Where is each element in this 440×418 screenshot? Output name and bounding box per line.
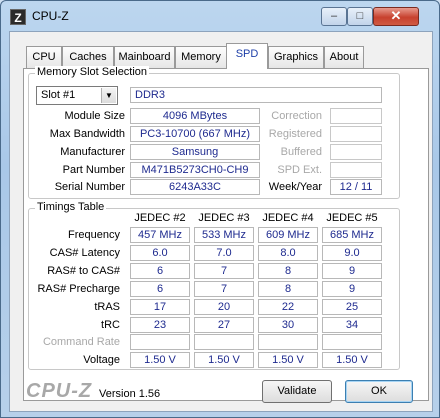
timing-cell-cas-latency-jedec5: 9.0 <box>322 245 382 261</box>
part-number-label: Part Number <box>62 164 125 176</box>
serial-number-label: Serial Number <box>54 181 125 193</box>
registered-value <box>330 126 382 142</box>
window-title: CPU-Z <box>32 9 69 23</box>
manufacturer-value: Samsung <box>130 144 260 160</box>
spd-ext-label: SPD Ext. <box>277 164 322 176</box>
cpuz-logo: CPU-Z <box>26 380 93 402</box>
timing-cell-ras-to-cas-jedec3: 7 <box>194 263 254 279</box>
tab-cpu[interactable]: CPU <box>26 46 62 68</box>
tab-memory[interactable]: Memory <box>175 46 227 68</box>
max-bandwidth-label: Max Bandwidth <box>49 128 125 140</box>
timing-cell-voltage-jedec3: 1.50 V <box>194 352 254 368</box>
serial-number-value: 6243A33C <box>130 179 260 195</box>
manufacturer-label: Manufacturer <box>60 146 125 158</box>
timing-label-cas-latency: CAS# Latency <box>49 247 120 259</box>
memory-slot-legend: Memory Slot Selection <box>35 66 150 78</box>
column-header-jedec2: JEDEC #2 <box>134 212 186 224</box>
timing-cell-command-rate-jedec5 <box>322 334 382 350</box>
timing-cell-trc-jedec5: 34 <box>322 317 382 333</box>
timing-label-frequency: Frequency <box>68 229 120 241</box>
week-year-value: 12 / 11 <box>330 179 382 195</box>
timing-cell-frequency-jedec3: 533 MHz <box>194 227 254 243</box>
timing-label-ras-precharge: RAS# Precharge <box>37 283 120 295</box>
timing-cell-cas-latency-jedec4: 8.0 <box>258 245 318 261</box>
tab-mainboard[interactable]: Mainboard <box>114 46 175 68</box>
slot-select-value: Slot #1 <box>41 89 76 101</box>
slot-select[interactable]: Slot #1 ▼ <box>36 86 118 105</box>
timing-cell-frequency-jedec4: 609 MHz <box>258 227 318 243</box>
timing-cell-voltage-jedec5: 1.50 V <box>322 352 382 368</box>
buffered-label: Buffered <box>280 146 322 158</box>
timing-cell-cas-latency-jedec2: 6.0 <box>130 245 190 261</box>
timing-cell-command-rate-jedec3 <box>194 334 254 350</box>
timing-cell-tras-jedec2: 17 <box>130 299 190 315</box>
maximize-button[interactable]: □ <box>347 7 373 26</box>
validate-button[interactable]: Validate <box>262 380 332 403</box>
timing-cell-ras-precharge-jedec3: 7 <box>194 281 254 297</box>
timing-label-tras: tRAS <box>94 301 120 313</box>
timing-cell-frequency-jedec2: 457 MHz <box>130 227 190 243</box>
spd-ext-value <box>330 162 382 178</box>
cpuz-app-icon: Z <box>10 9 26 25</box>
timing-cell-command-rate-jedec4 <box>258 334 318 350</box>
timing-cell-command-rate-jedec2 <box>130 334 190 350</box>
timing-cell-tras-jedec3: 20 <box>194 299 254 315</box>
tab-spd[interactable]: SPD <box>226 43 268 69</box>
timing-cell-ras-to-cas-jedec5: 9 <box>322 263 382 279</box>
timing-cell-tras-jedec4: 22 <box>258 299 318 315</box>
timing-label-ras-to-cas: RAS# to CAS# <box>47 265 120 277</box>
minimize-button[interactable]: – <box>321 7 347 26</box>
timing-cell-trc-jedec2: 23 <box>130 317 190 333</box>
tab-caches[interactable]: Caches <box>62 46 114 68</box>
timing-cell-ras-to-cas-jedec2: 6 <box>130 263 190 279</box>
buffered-value <box>330 144 382 160</box>
timing-cell-tras-jedec5: 25 <box>322 299 382 315</box>
timing-cell-ras-to-cas-jedec4: 8 <box>258 263 318 279</box>
tab-about[interactable]: About <box>324 46 364 68</box>
correction-label: Correction <box>271 110 322 122</box>
timing-cell-voltage-jedec4: 1.50 V <box>258 352 318 368</box>
week-year-label: Week/Year <box>268 181 322 193</box>
timing-label-command-rate: Command Rate <box>42 336 120 348</box>
title-bar[interactable]: Z CPU-Z – □ ✕ <box>1 1 439 31</box>
column-header-jedec4: JEDEC #4 <box>262 212 314 224</box>
timing-cell-frequency-jedec5: 685 MHz <box>322 227 382 243</box>
timing-cell-ras-precharge-jedec2: 6 <box>130 281 190 297</box>
chevron-down-icon[interactable]: ▼ <box>101 88 116 103</box>
registered-label: Registered <box>268 128 322 140</box>
timing-cell-trc-jedec3: 27 <box>194 317 254 333</box>
timings-legend: Timings Table <box>35 201 107 213</box>
timing-label-trc: tRC <box>101 319 120 331</box>
module-size-value: 4096 MBytes <box>130 108 260 124</box>
column-header-jedec3: JEDEC #3 <box>198 212 250 224</box>
module-type-field: DDR3 <box>130 87 382 103</box>
part-number-value: M471B5273CH0-CH9 <box>130 162 260 178</box>
timing-cell-trc-jedec4: 30 <box>258 317 318 333</box>
version-label: Version 1.56 <box>99 388 161 400</box>
module-size-label: Module Size <box>64 110 125 122</box>
correction-value <box>330 108 382 124</box>
column-header-jedec5: JEDEC #5 <box>326 212 378 224</box>
timing-cell-voltage-jedec2: 1.50 V <box>130 352 190 368</box>
max-bandwidth-value: PC3-10700 (667 MHz) <box>130 126 260 142</box>
timing-cell-cas-latency-jedec3: 7.0 <box>194 245 254 261</box>
timing-label-voltage: Voltage <box>83 354 120 366</box>
ok-button[interactable]: OK <box>345 380 413 403</box>
close-button[interactable]: ✕ <box>373 7 419 26</box>
tab-graphics[interactable]: Graphics <box>268 46 324 68</box>
timing-cell-ras-precharge-jedec4: 8 <box>258 281 318 297</box>
timing-cell-ras-precharge-jedec5: 9 <box>322 281 382 297</box>
